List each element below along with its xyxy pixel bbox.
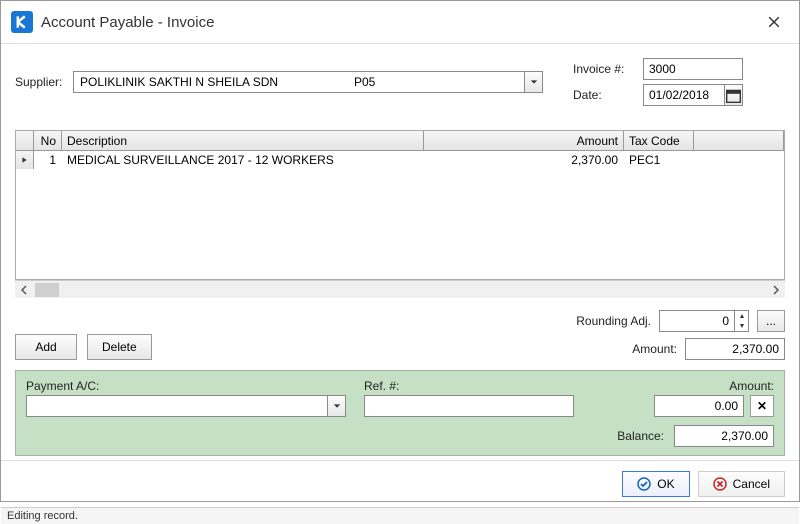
cancel-circle-icon [713, 477, 727, 491]
grid-header: No Description Amount Tax Code [16, 131, 784, 151]
rounding-spin-down[interactable] [735, 321, 748, 331]
invoice-number-label: Invoice #: [573, 62, 643, 76]
payment-amount-input[interactable]: 0.00 [654, 395, 744, 417]
window-title: Account Payable - Invoice [41, 14, 759, 31]
amount-label: Amount: [632, 342, 677, 356]
supplier-name: POLIKLINIK SAKTHI N SHEILA SDN [74, 75, 354, 89]
row-no: 1 [34, 151, 62, 169]
payment-panel: Payment A/C: Ref. #: Amount: 0.00 ✕ [15, 370, 785, 456]
grid-row[interactable]: 1 MEDICAL SURVEILLANCE 2017 - 12 WORKERS… [16, 151, 784, 169]
supplier-label: Supplier: [15, 75, 73, 89]
supplier-dropdown-button[interactable] [524, 72, 542, 92]
ok-button[interactable]: OK [622, 471, 689, 497]
cancel-button[interactable]: Cancel [698, 471, 785, 497]
grid-header-amount[interactable]: Amount [424, 131, 624, 150]
supplier-code: P05 [354, 75, 414, 89]
invoice-number-input[interactable] [643, 58, 743, 80]
close-button[interactable] [759, 7, 789, 37]
row-indicator-icon [16, 151, 34, 169]
rounding-value: 0 [660, 311, 734, 331]
rounding-label: Rounding Adj. [576, 314, 651, 328]
payment-ac-label: Payment A/C: [26, 379, 346, 393]
payment-ac-dropdown-button[interactable] [327, 396, 345, 416]
grid-header-taxcode[interactable]: Tax Code [624, 131, 694, 150]
delete-button[interactable]: Delete [87, 334, 152, 360]
payment-clear-button[interactable]: ✕ [750, 395, 774, 417]
row-taxcode: PEC1 [624, 151, 694, 169]
rounding-input[interactable]: 0 [659, 310, 749, 332]
grid-scrollbar[interactable] [15, 280, 785, 298]
scroll-right-button[interactable] [767, 281, 785, 299]
ref-input[interactable] [364, 395, 574, 417]
scroll-left-button[interactable] [15, 281, 33, 299]
amount-total: 2,370.00 [685, 338, 785, 360]
invoice-date-label: Date: [573, 88, 643, 102]
ok-label: OK [657, 477, 674, 491]
status-bar: Editing record. [1, 507, 799, 524]
supplier-combo[interactable]: POLIKLINIK SAKTHI N SHEILA SDN P05 [73, 71, 543, 93]
title-bar: Account Payable - Invoice [1, 1, 799, 44]
balance-label: Balance: [617, 429, 664, 443]
payment-amount-label: Amount: [729, 379, 774, 393]
check-circle-icon [637, 477, 651, 491]
invoice-date-value: 01/02/2018 [644, 88, 724, 102]
invoice-date-input[interactable]: 01/02/2018 [643, 84, 743, 106]
line-items-grid: No Description Amount Tax Code 1 MEDICAL… [15, 130, 785, 280]
scroll-thumb[interactable] [35, 283, 59, 297]
grid-header-selector[interactable] [16, 131, 34, 150]
date-picker-button[interactable] [724, 85, 742, 105]
app-logo [11, 11, 33, 33]
ref-label: Ref. #: [364, 379, 574, 393]
grid-header-no[interactable]: No [34, 131, 62, 150]
dialog-buttons: OK Cancel [1, 460, 799, 507]
payment-ac-combo[interactable] [26, 395, 346, 417]
cancel-label: Cancel [733, 477, 770, 491]
rounding-spin-up[interactable] [735, 311, 748, 321]
add-button[interactable]: Add [15, 334, 77, 360]
row-description: MEDICAL SURVEILLANCE 2017 - 12 WORKERS [62, 151, 424, 169]
grid-header-rest [694, 131, 784, 150]
rounding-more-button[interactable]: ... [757, 310, 785, 332]
balance-value: 2,370.00 [674, 425, 774, 447]
row-amount: 2,370.00 [424, 151, 624, 169]
grid-header-description[interactable]: Description [62, 131, 424, 150]
